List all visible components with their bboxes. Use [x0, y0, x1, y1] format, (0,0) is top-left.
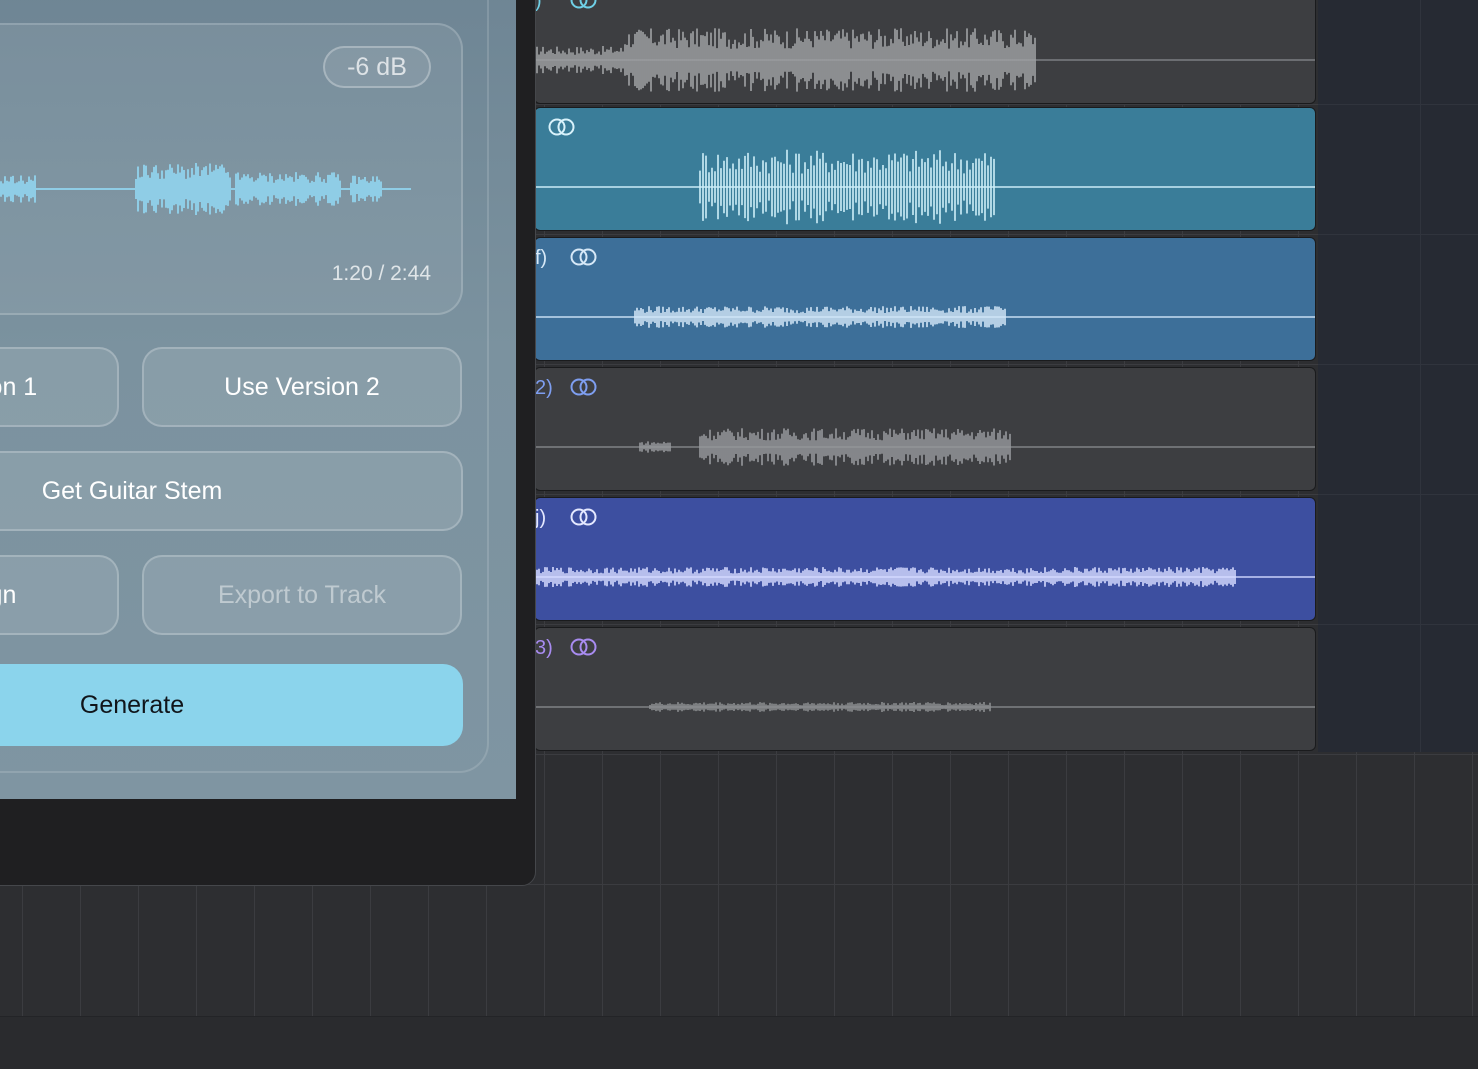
audio-clip[interactable]: )	[534, 0, 1316, 104]
audio-clip[interactable]: 2)	[534, 367, 1316, 491]
use-version-2-button[interactable]: Use Version 2	[142, 347, 462, 427]
preview-waveform[interactable]	[0, 141, 421, 241]
get-guitar-stem-button[interactable]: Get Guitar Stem	[0, 451, 463, 531]
time-readout: 1:20 / 2:44	[331, 262, 431, 285]
clip-waveform	[535, 428, 1315, 466]
align-button[interactable]: ign	[0, 555, 119, 635]
side-row-line	[1318, 104, 1478, 105]
side-row-line	[1318, 234, 1478, 235]
track-side-panel	[1318, 0, 1478, 752]
audio-clip[interactable]	[534, 107, 1316, 231]
side-row-line	[1318, 494, 1478, 495]
generate-button[interactable]: Generate	[0, 664, 463, 746]
gain-badge: -6 dB	[323, 46, 431, 88]
bottom-bar	[0, 1016, 1478, 1069]
clip-waveform	[535, 149, 1315, 225]
side-row-line	[1318, 364, 1478, 365]
use-version-1-button[interactable]: ion 1	[0, 347, 119, 427]
audio-clip[interactable]: j)	[534, 497, 1316, 621]
clip-waveform	[535, 306, 1315, 328]
panel-body: -6 dB 1:20 / 2:44 ion 1 Use Version 2 Ge…	[0, 0, 516, 799]
side-row-line	[1318, 624, 1478, 625]
generation-panel: -6 dB 1:20 / 2:44 ion 1 Use Version 2 Ge…	[0, 0, 536, 886]
clip-waveform	[535, 28, 1315, 92]
export-to-track-button[interactable]: Export to Track	[142, 555, 462, 635]
clip-waveform	[535, 567, 1315, 587]
side-grid-line	[1420, 0, 1421, 752]
clip-waveform	[535, 702, 1315, 712]
audio-clip[interactable]: 3)	[534, 627, 1316, 751]
audio-clip[interactable]: f)	[534, 237, 1316, 361]
